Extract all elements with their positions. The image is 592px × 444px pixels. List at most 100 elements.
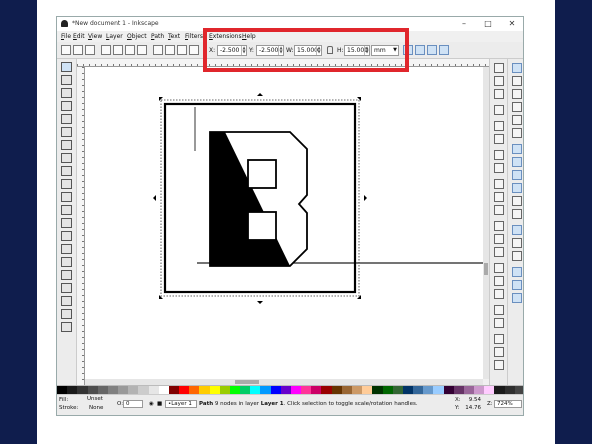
spray-tool-icon[interactable] — [61, 244, 72, 254]
zoom-selection-icon[interactable] — [494, 221, 504, 231]
select-all-layers-icon[interactable] — [73, 45, 83, 55]
palette-swatch[interactable] — [443, 386, 454, 394]
w-input[interactable]: 15.000 ▲ ▼ — [294, 45, 322, 56]
palette-swatch[interactable] — [219, 386, 230, 394]
menu-path[interactable]: Path — [151, 33, 164, 40]
ellipse-tool-icon[interactable] — [61, 153, 72, 163]
menu-layer[interactable]: Layer — [106, 33, 123, 40]
dropper-tool-icon[interactable] — [61, 309, 72, 319]
clone-icon[interactable] — [494, 276, 504, 286]
close-button[interactable]: ✕ — [501, 18, 523, 30]
x-input[interactable]: -2.500 ▲ ▼ — [217, 45, 247, 56]
snap-toggle-icon[interactable] — [512, 63, 522, 73]
eraser-tool-icon[interactable] — [61, 257, 72, 267]
palette-swatch[interactable] — [321, 386, 332, 394]
palette-swatch[interactable] — [118, 386, 129, 394]
palette-swatch[interactable] — [168, 386, 180, 394]
palette-swatch[interactable] — [158, 386, 169, 394]
spiral-tool-icon[interactable] — [61, 179, 72, 189]
palette-swatch[interactable] — [463, 386, 475, 394]
snap-bbox-center-icon[interactable] — [512, 128, 522, 138]
snap-intersection-icon[interactable] — [512, 170, 522, 180]
palette-swatch[interactable] — [260, 386, 271, 394]
cut-icon[interactable] — [494, 192, 504, 202]
palette-swatch[interactable] — [402, 386, 414, 394]
vertical-scroll-thumb[interactable] — [484, 263, 488, 275]
star-tool-icon[interactable] — [61, 166, 72, 176]
save-icon[interactable] — [494, 89, 504, 99]
menu-extensions[interactable]: Extensions — [209, 33, 242, 40]
raise-to-top-icon[interactable] — [153, 45, 163, 55]
paint-bucket-tool-icon[interactable] — [61, 270, 72, 280]
rotate-cw-icon[interactable] — [113, 45, 123, 55]
menu-edit[interactable]: Edit — [73, 33, 85, 40]
measure-tool-icon[interactable] — [61, 114, 72, 124]
menu-filters[interactable]: Filters — [185, 33, 203, 40]
snap-smooth-icon[interactable] — [512, 196, 522, 206]
palette-swatch[interactable] — [138, 386, 149, 394]
palette-swatch[interactable] — [280, 386, 291, 394]
palette-swatch[interactable] — [341, 386, 352, 394]
horizontal-ruler[interactable] — [77, 59, 489, 67]
snap-guide-icon[interactable] — [512, 293, 522, 303]
select-all-icon[interactable] — [61, 45, 71, 55]
palette-swatch[interactable] — [331, 386, 342, 394]
fill-value[interactable]: Unset — [87, 396, 103, 402]
snap-midpoint-icon[interactable] — [512, 209, 522, 219]
scale-corners-icon[interactable] — [415, 45, 425, 55]
y-stepper[interactable]: ▲ ▼ — [278, 46, 283, 55]
y-input[interactable]: -2.500 ▲ ▼ — [256, 45, 284, 56]
h-input[interactable]: 15.000 ▲ ▼ — [344, 45, 370, 56]
group-icon[interactable] — [494, 305, 504, 315]
palette-swatch[interactable] — [77, 386, 88, 394]
xml-editor-icon[interactable] — [494, 360, 504, 370]
tweak-tool-icon[interactable] — [61, 88, 72, 98]
palette-swatch[interactable] — [474, 386, 485, 394]
palette-swatch[interactable] — [57, 386, 68, 394]
node-tool-icon[interactable] — [61, 75, 72, 85]
maximize-button[interactable]: □ — [477, 18, 499, 30]
h-stepper[interactable]: ▲ ▼ — [364, 46, 369, 55]
paste-icon[interactable] — [494, 205, 504, 215]
lock-layer-icon[interactable]: ■ — [157, 401, 162, 407]
palette-swatch[interactable] — [311, 386, 322, 394]
mesh-tool-icon[interactable] — [61, 296, 72, 306]
3d-box-tool-icon[interactable] — [61, 140, 72, 150]
calligraphy-tool-icon[interactable] — [61, 218, 72, 228]
pen-tool-icon[interactable] — [61, 205, 72, 215]
zoom-page-icon[interactable] — [494, 247, 504, 257]
import-icon[interactable] — [494, 121, 504, 131]
snap-nodes-icon[interactable] — [512, 144, 522, 154]
snap-object-center-icon[interactable] — [512, 225, 522, 235]
palette-swatch[interactable] — [413, 386, 424, 394]
export-icon[interactable] — [494, 134, 504, 144]
connector-tool-icon[interactable] — [61, 322, 72, 332]
palette-swatch[interactable] — [189, 386, 200, 394]
menu-file[interactable]: File — [61, 33, 71, 40]
palette-swatch[interactable] — [301, 386, 312, 394]
menu-view[interactable]: View — [88, 33, 102, 40]
snap-bbox-midpoint-icon[interactable] — [512, 115, 522, 125]
palette-swatch[interactable] — [97, 386, 108, 394]
duplicate-icon[interactable] — [494, 263, 504, 273]
pencil-tool-icon[interactable] — [61, 192, 72, 202]
palette-swatch[interactable] — [351, 386, 363, 394]
raise-icon[interactable] — [165, 45, 175, 55]
palette-swatch[interactable] — [382, 386, 393, 394]
print-icon[interactable] — [494, 105, 504, 115]
palette-swatch[interactable] — [179, 386, 190, 394]
unit-select[interactable]: mm ▼ — [371, 45, 399, 56]
palette-swatch[interactable] — [453, 386, 464, 394]
snap-bbox-corner-icon[interactable] — [512, 102, 522, 112]
scale-stroke-icon[interactable] — [403, 45, 413, 55]
snap-cusp-icon[interactable] — [512, 183, 522, 193]
drawing-canvas[interactable] — [85, 67, 489, 379]
palette-swatch[interactable] — [290, 386, 302, 394]
palette-swatch[interactable] — [199, 386, 210, 394]
text-tool-icon[interactable] — [61, 231, 72, 241]
palette-swatch[interactable] — [128, 386, 139, 394]
rectangle-tool-icon[interactable] — [61, 127, 72, 137]
new-document-icon[interactable] — [494, 63, 504, 73]
palette-swatch[interactable] — [87, 386, 98, 394]
palette-swatch[interactable] — [209, 386, 220, 394]
